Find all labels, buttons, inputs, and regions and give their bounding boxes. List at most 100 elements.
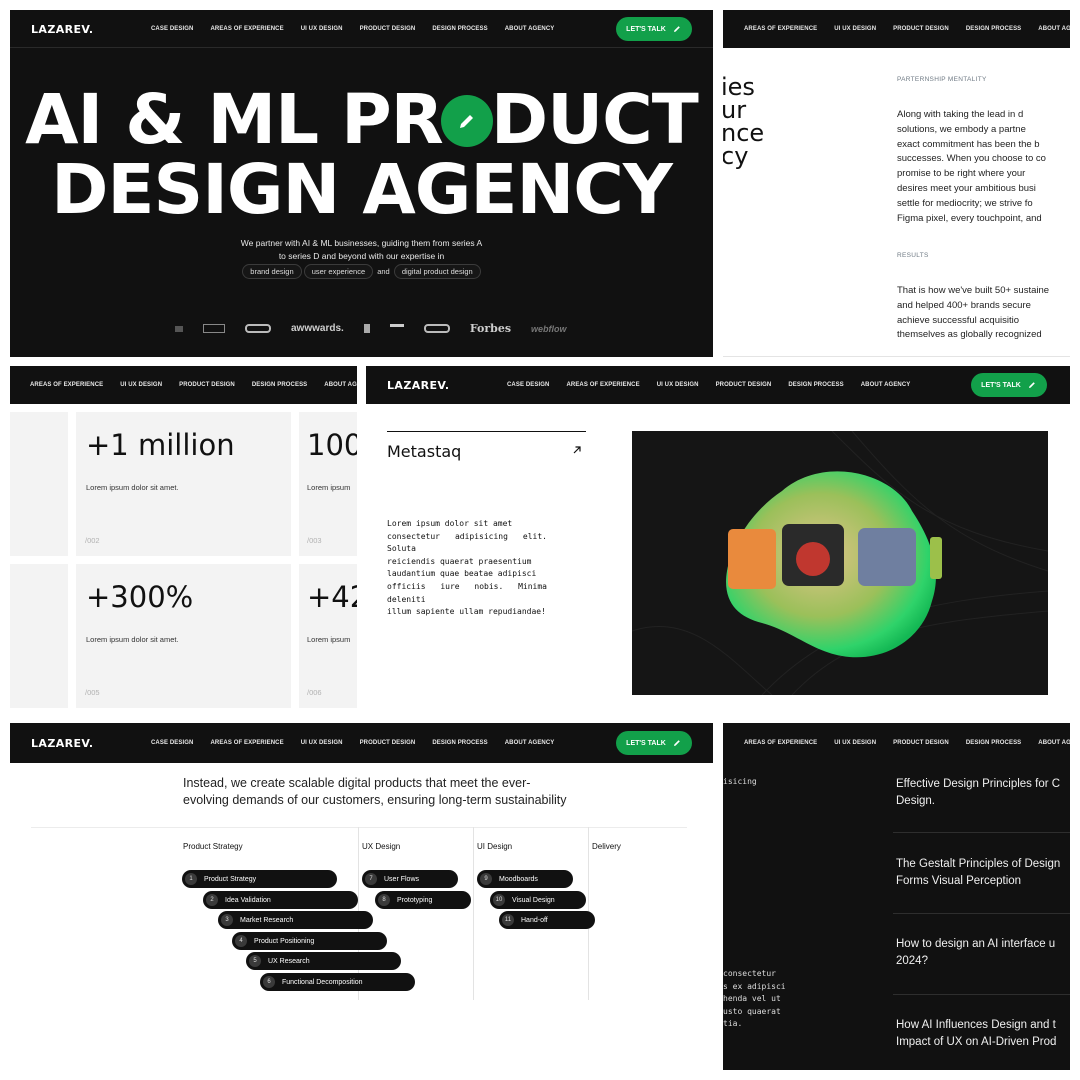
nav-ui-ux[interactable]: UI UX DESIGN bbox=[834, 740, 876, 746]
nav-design-process[interactable]: DESIGN PROCESS bbox=[432, 26, 487, 32]
nav-ui-ux[interactable]: UI UX DESIGN bbox=[120, 382, 162, 388]
nav-about[interactable]: ABOUT AGENCY bbox=[505, 740, 555, 746]
logo-small-left bbox=[175, 325, 183, 332]
logo-forbes: Forbes bbox=[469, 322, 512, 335]
step-label: UX Research bbox=[268, 957, 310, 965]
partnership-paragraph: Along with taking the lead in d solution… bbox=[897, 108, 1070, 226]
step-label: Moodboards bbox=[499, 875, 538, 883]
step-pill[interactable]: 2 Idea Validation bbox=[203, 891, 358, 909]
case-line: laudantium quae beatae adipisci bbox=[387, 569, 537, 579]
logo-webflow: webflow bbox=[531, 323, 567, 334]
step-pill[interactable]: 5 UX Research bbox=[246, 952, 401, 970]
para1-line: solutions, we embody a partne bbox=[897, 123, 1026, 135]
nav-product-design[interactable]: PRODUCT DESIGN bbox=[360, 740, 416, 746]
step-number: 6 bbox=[263, 976, 275, 988]
card-jellyfish bbox=[728, 529, 776, 589]
logo[interactable]: LAZAREV. bbox=[387, 379, 449, 392]
step-pill[interactable]: 6 Functional Decomposition bbox=[260, 973, 415, 991]
nav-case-design[interactable]: CASE DESIGN bbox=[151, 740, 193, 746]
pill-user-experience[interactable]: user experience bbox=[303, 264, 374, 279]
nav-areas[interactable]: AREAS OF EXPERIENCE bbox=[210, 26, 283, 32]
step-pill[interactable]: 10 Visual Design bbox=[490, 891, 586, 909]
pill-digital-product-design[interactable]: digital product design bbox=[393, 264, 481, 279]
step-pill[interactable]: 9 Moodboards bbox=[477, 870, 573, 888]
blob-illustration bbox=[632, 431, 1048, 695]
case-line: illum sapiente ullam repudiandae! bbox=[387, 607, 546, 617]
step-pill[interactable]: 1 Product Strategy bbox=[182, 870, 337, 888]
nav-areas[interactable]: AREAS OF EXPERIENCE bbox=[566, 382, 639, 388]
article-link[interactable]: How AI Influences Design and t Impact of… bbox=[896, 1017, 1056, 1051]
nav-about[interactable]: ABOUT AGENCY bbox=[1038, 740, 1070, 746]
nav-links: AREAS OF EXPERIENCE UI UX DESIGN PRODUCT… bbox=[744, 26, 1070, 32]
lets-talk-label: LET'S TALK bbox=[981, 381, 1021, 389]
nav-areas[interactable]: AREAS OF EXPERIENCE bbox=[744, 740, 817, 746]
nav-about[interactable]: ABOUT AGENCY bbox=[1038, 26, 1070, 32]
pencil-icon bbox=[673, 740, 680, 746]
logo[interactable]: LAZAREV. bbox=[31, 23, 93, 36]
label-partnership: PARTERNSHIP MENTALITY bbox=[897, 76, 987, 83]
nav-case-design[interactable]: CASE DESIGN bbox=[151, 26, 193, 32]
process-panel: LAZAREV. CASE DESIGN AREAS OF EXPERIENCE… bbox=[10, 723, 713, 1070]
nav-about[interactable]: ABOUT AGENCY bbox=[505, 26, 555, 32]
nav-product-design[interactable]: PRODUCT DESIGN bbox=[179, 382, 235, 388]
nav-about[interactable]: ABOUT AGENCY bbox=[324, 382, 357, 388]
lets-talk-label: LET'S TALK bbox=[626, 25, 666, 33]
nav-areas[interactable]: AREAS OF EXPERIENCE bbox=[210, 740, 283, 746]
fragment-line: consectetur bbox=[723, 969, 776, 978]
nav-ui-ux[interactable]: UI UX DESIGN bbox=[834, 26, 876, 32]
nav-design-process[interactable]: DESIGN PROCESS bbox=[432, 740, 487, 746]
nav-areas[interactable]: AREAS OF EXPERIENCE bbox=[30, 382, 103, 388]
fragment-line: s ex adipisci bbox=[723, 981, 786, 991]
article-divider bbox=[893, 832, 1070, 833]
left-fragment-body: consectetur s ex adipisci henda vel ut u… bbox=[723, 968, 786, 1031]
logo-awwwards: awwwards. bbox=[291, 323, 344, 334]
step-pill[interactable]: 8 Prototyping bbox=[375, 891, 471, 909]
nav-product-design[interactable]: PRODUCT DESIGN bbox=[893, 26, 949, 32]
nav-design-process[interactable]: DESIGN PROCESS bbox=[966, 740, 1021, 746]
nav-ui-ux[interactable]: UI UX DESIGN bbox=[301, 740, 343, 746]
nav-product-design[interactable]: PRODUCT DESIGN bbox=[893, 740, 949, 746]
step-number: 9 bbox=[480, 873, 492, 885]
article-link[interactable]: The Gestalt Principles of Design Forms V… bbox=[896, 856, 1060, 890]
step-pill[interactable]: 4 Product Positioning bbox=[232, 932, 387, 950]
hero-title-line2: DESIGN AGENCY bbox=[51, 150, 673, 230]
step-number: 11 bbox=[502, 914, 514, 926]
logo[interactable]: LAZAREV. bbox=[31, 737, 93, 750]
article-link[interactable]: Effective Design Principles for C Design… bbox=[896, 776, 1060, 810]
nav-links: CASE DESIGN AREAS OF EXPERIENCE UI UX DE… bbox=[507, 382, 910, 388]
step-label: Functional Decomposition bbox=[282, 978, 363, 986]
label-results: RESULTS bbox=[897, 252, 929, 259]
nav-design-process[interactable]: DESIGN PROCESS bbox=[966, 26, 1021, 32]
expertise-pills: brand design user experience and digital… bbox=[10, 264, 713, 279]
hero-title-part-a: AI & ML PR bbox=[25, 80, 444, 160]
nav-areas[interactable]: AREAS OF EXPERIENCE bbox=[744, 26, 817, 32]
arrow-up-right-icon[interactable] bbox=[572, 445, 582, 455]
step-pill[interactable]: 3 Market Research bbox=[218, 911, 373, 929]
top-nav-cropped: AREAS OF EXPERIENCE UI UX DESIGN PRODUCT… bbox=[723, 10, 1070, 48]
article-link[interactable]: How to design an AI interface u 2024? bbox=[896, 936, 1055, 970]
step-pill[interactable]: 7 User Flows bbox=[362, 870, 458, 888]
logo-fwd-1 bbox=[245, 324, 271, 333]
nav-links: AREAS OF EXPERIENCE UI UX DESIGN PRODUCT… bbox=[30, 382, 357, 388]
pill-brand-design[interactable]: brand design bbox=[242, 264, 302, 279]
lets-talk-button[interactable]: LET'S TALK bbox=[971, 373, 1047, 397]
nav-product-design[interactable]: PRODUCT DESIGN bbox=[360, 26, 416, 32]
nav-product-design[interactable]: PRODUCT DESIGN bbox=[716, 382, 772, 388]
lets-talk-button[interactable]: LET'S TALK bbox=[616, 17, 692, 41]
step-label: Product Positioning bbox=[254, 937, 315, 945]
case-description: Lorem ipsum dolor sit amet consectetur a… bbox=[387, 518, 547, 619]
para1-line: settle for mediocrity; we strive fo bbox=[897, 197, 1033, 209]
nav-ui-ux[interactable]: UI UX DESIGN bbox=[301, 26, 343, 32]
nav-design-process[interactable]: DESIGN PROCESS bbox=[788, 382, 843, 388]
case-title[interactable]: Metastaq bbox=[387, 442, 461, 461]
para1-line: successes. When you choose to co bbox=[897, 153, 1046, 165]
nav-about[interactable]: ABOUT AGENCY bbox=[861, 382, 911, 388]
step-number: 2 bbox=[206, 894, 218, 906]
nav-design-process[interactable]: DESIGN PROCESS bbox=[252, 382, 307, 388]
stat-index: /005 bbox=[85, 688, 100, 697]
case-image[interactable] bbox=[632, 431, 1048, 695]
step-pill[interactable]: 11 Hand-off bbox=[499, 911, 595, 929]
nav-ui-ux[interactable]: UI UX DESIGN bbox=[657, 382, 699, 388]
nav-case-design[interactable]: CASE DESIGN bbox=[507, 382, 549, 388]
lets-talk-button[interactable]: LET'S TALK bbox=[616, 731, 692, 755]
